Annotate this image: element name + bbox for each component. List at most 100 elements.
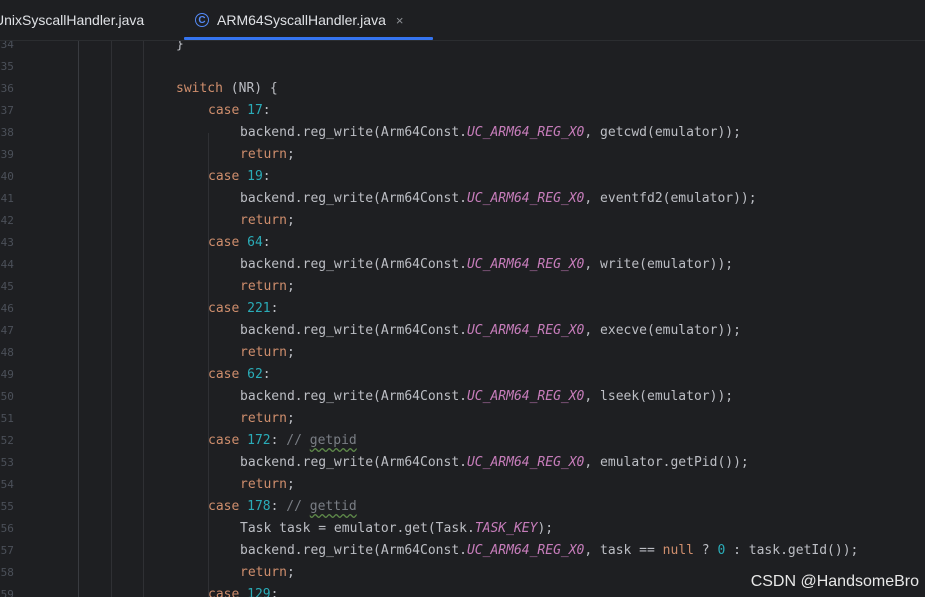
keyword-token: null	[662, 543, 694, 558]
code-line[interactable]: 150 backend.reg_write(Arm64Const.UC_ARM64…	[0, 386, 925, 408]
code-line[interactable]: 144 backend.reg_write(Arm64Const.UC_ARM64…	[0, 254, 925, 276]
code-token: ;	[286, 345, 295, 360]
code-token: :	[262, 235, 271, 250]
code-line[interactable]: 155 case 178: // gettid	[0, 496, 925, 518]
code-line[interactable]: 157 backend.reg_write(Arm64Const.UC_ARM64…	[0, 540, 925, 562]
keyword-token: return	[240, 147, 287, 162]
comment-token: //	[286, 499, 310, 514]
code-token: );	[537, 521, 554, 536]
code-line[interactable]: 140 case 19:	[0, 166, 925, 188]
line-number: 137	[0, 104, 14, 117]
line-number: 155	[0, 500, 14, 513]
line-number: 157	[0, 544, 14, 557]
code-token: Task task = emulator.get(Task.	[240, 521, 475, 536]
code-token: , write(emulator));	[584, 257, 734, 272]
line-number: 136	[0, 82, 14, 95]
number-token: 221	[247, 301, 271, 316]
line-number: 142	[0, 214, 14, 227]
keyword-token: case	[208, 367, 248, 382]
code-line[interactable]: 142 return;	[0, 210, 925, 232]
code-text: case 221:	[208, 298, 278, 320]
code-text: return;	[240, 474, 295, 496]
code-line[interactable]: 139 return;	[0, 144, 925, 166]
line-number: 149	[0, 368, 14, 381]
code-text: switch (NR) {	[176, 78, 278, 100]
code-token: , task ==	[584, 543, 663, 558]
code-line[interactable]: 141 backend.reg_write(Arm64Const.UC_ARM64…	[0, 188, 925, 210]
constant-token: UC_ARM64_REG_X0	[466, 543, 585, 558]
keyword-token: case	[208, 169, 248, 184]
number-token: 172	[247, 433, 271, 448]
comment-token: gettid	[309, 499, 357, 514]
code-text: case 19:	[208, 166, 271, 188]
code-line[interactable]: 149 case 62:	[0, 364, 925, 386]
code-text: backend.reg_write(Arm64Const.UC_ARM64_RE…	[240, 188, 757, 210]
code-line[interactable]: 147 backend.reg_write(Arm64Const.UC_ARM64…	[0, 320, 925, 342]
line-number: 154	[0, 478, 14, 491]
code-token: backend.reg_write(Arm64Const.	[240, 543, 467, 558]
code-token: :	[270, 499, 287, 514]
comment-token: //	[286, 433, 310, 448]
keyword-token: return	[240, 565, 287, 580]
code-text: backend.reg_write(Arm64Const.UC_ARM64_RE…	[240, 122, 741, 144]
keyword-token: return	[240, 279, 287, 294]
tab-unix-syscall-handler[interactable]: UnixSyscallHandler.java	[0, 0, 144, 40]
keyword-token: return	[240, 477, 287, 492]
code-token: ;	[286, 477, 295, 492]
code-line[interactable]: 148 return;	[0, 342, 925, 364]
code-line[interactable]: 143 case 64:	[0, 232, 925, 254]
code-line[interactable]: 135	[0, 56, 925, 78]
code-text: return;	[240, 276, 295, 298]
number-token: 19	[247, 169, 263, 184]
code-text: return;	[240, 144, 295, 166]
code-line[interactable]: 146 case 221:	[0, 298, 925, 320]
keyword-token: case	[208, 433, 248, 448]
number-token: 62	[247, 367, 263, 382]
code-text: case 64:	[208, 232, 271, 254]
code-line[interactable]: 156 Task task = emulator.get(Task.TASK_KE…	[0, 518, 925, 540]
line-number: 144	[0, 258, 14, 271]
code-line[interactable]: 136 switch (NR) {	[0, 78, 925, 100]
code-text: backend.reg_write(Arm64Const.UC_ARM64_RE…	[240, 254, 733, 276]
code-editor[interactable]: 134} 135 136 switch (NR) {137 case 17: 138 bac…	[0, 41, 925, 597]
tab-arm64-syscall-handler[interactable]: C ARM64SyscallHandler.java ×	[183, 0, 434, 40]
code-line[interactable]: 154 return;	[0, 474, 925, 496]
code-token: }	[176, 41, 184, 52]
line-number: 146	[0, 302, 14, 315]
code-token: ?	[693, 543, 718, 558]
code-token: :	[262, 367, 271, 382]
keyword-token: return	[240, 345, 287, 360]
constant-token: UC_ARM64_REG_X0	[466, 455, 585, 470]
code-text: backend.reg_write(Arm64Const.UC_ARM64_RE…	[240, 540, 858, 562]
line-number: 138	[0, 126, 14, 139]
close-icon[interactable]: ×	[396, 13, 404, 28]
line-number: 143	[0, 236, 14, 249]
code-token: , eventfd2(emulator));	[584, 191, 757, 206]
code-line[interactable]: 134}	[0, 41, 925, 56]
constant-token: UC_ARM64_REG_X0	[466, 125, 585, 140]
tab-label: UnixSyscallHandler.java	[0, 12, 145, 28]
code-text: return;	[240, 408, 295, 430]
keyword-token: case	[208, 235, 248, 250]
code-line[interactable]: 151 return;	[0, 408, 925, 430]
code-text: return;	[240, 342, 295, 364]
line-number: 135	[0, 60, 14, 73]
code-token: ;	[286, 213, 295, 228]
code-line[interactable]: 145 return;	[0, 276, 925, 298]
code-token: :	[270, 587, 279, 597]
editor-tab-bar: UnixSyscallHandler.java C ARM64SyscallHa…	[0, 0, 925, 41]
number-token: 129	[247, 587, 271, 597]
code-line[interactable]: 138 backend.reg_write(Arm64Const.UC_ARM64…	[0, 122, 925, 144]
code-line[interactable]: 153 backend.reg_write(Arm64Const.UC_ARM64…	[0, 452, 925, 474]
code-line[interactable]: 152 case 172: // getpid	[0, 430, 925, 452]
line-number: 139	[0, 148, 14, 161]
code-token: ;	[286, 411, 295, 426]
code-text: case 172: // getpid	[208, 430, 357, 452]
comment-token: getpid	[309, 433, 357, 448]
number-token: 178	[247, 499, 271, 514]
code-text: backend.reg_write(Arm64Const.UC_ARM64_RE…	[240, 452, 749, 474]
code-line[interactable]: 137 case 17:	[0, 100, 925, 122]
code-token: backend.reg_write(Arm64Const.	[240, 389, 467, 404]
keyword-token: return	[240, 213, 287, 228]
code-token: , lseek(emulator));	[584, 389, 734, 404]
